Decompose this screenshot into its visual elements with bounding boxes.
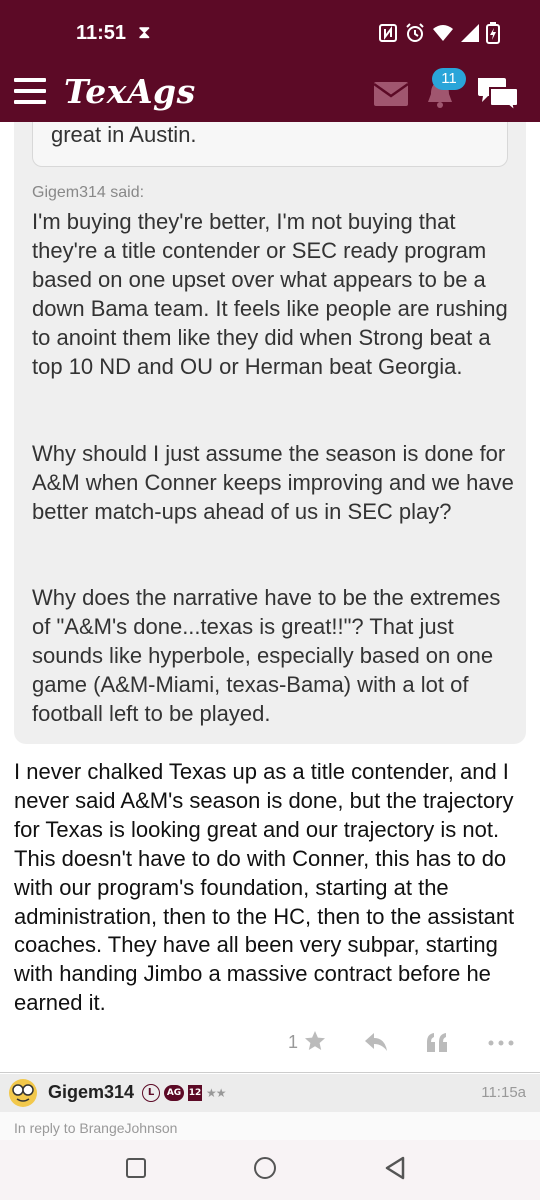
nested-quote-text: great in Austin.: [51, 122, 197, 147]
wifi-icon: [433, 25, 453, 41]
nested-quote: great in Austin.: [32, 122, 508, 167]
next-post-author[interactable]: Gigem314: [48, 1082, 134, 1103]
mail-icon[interactable]: [374, 82, 408, 106]
badge-stars: ★★: [206, 1086, 226, 1100]
battery-charging-icon: [486, 22, 500, 44]
post-actions: 1: [0, 1022, 540, 1062]
next-post-time: 11:15a: [481, 1084, 526, 1101]
nfc-icon: [379, 24, 397, 42]
notification-count-badge[interactable]: 11: [432, 68, 466, 90]
status-icons: [378, 22, 500, 44]
reply-icon[interactable]: [364, 1032, 388, 1052]
avatar[interactable]: [8, 1078, 38, 1108]
app-bar: TexAgs 11: [0, 64, 540, 122]
quote-icon[interactable]: [426, 1032, 448, 1052]
in-reply-to[interactable]: In reply to BrangeJohnson: [0, 1112, 540, 1140]
post-body: I never chalked Texas up as a title cont…: [14, 759, 515, 1016]
recents-icon[interactable]: [126, 1158, 146, 1178]
chat-icon[interactable]: [476, 76, 520, 112]
back-icon[interactable]: [384, 1156, 406, 1180]
menu-icon[interactable]: [14, 78, 46, 104]
badge-ag: AG: [164, 1085, 184, 1101]
quote-paragraph: I'm buying they're better, I'm not buyin…: [32, 209, 508, 379]
more-icon[interactable]: [488, 1040, 514, 1046]
status-bar: 11:51 ⧗: [0, 0, 540, 64]
badge-12: 12: [188, 1085, 202, 1101]
quote-paragraph: Why should I just assume the season is d…: [32, 441, 514, 524]
star-icon[interactable]: [304, 1030, 326, 1052]
thread-content: great in Austin. Gigem314 said: I'm buyi…: [0, 122, 540, 1140]
quote-paragraph: Why does the narrative have to be the ex…: [32, 585, 501, 726]
in-reply-to-text: In reply to BrangeJohnson: [14, 1120, 178, 1136]
signal-icon: [461, 24, 479, 42]
post-divider: [0, 1072, 540, 1073]
status-time: 11:51: [76, 22, 127, 44]
alarm-icon: [406, 23, 424, 42]
system-nav-bar: [0, 1140, 540, 1200]
next-post-header: Gigem314 L AG 12 ★★ 11:15a: [0, 1074, 540, 1112]
home-icon[interactable]: [254, 1157, 276, 1179]
logo[interactable]: TexAgs: [64, 72, 196, 111]
like-count: 1: [288, 1032, 299, 1052]
quote-author-label: Gigem314 said:: [32, 184, 145, 201]
user-badges: L AG 12 ★★: [142, 1084, 226, 1102]
badge-l: L: [142, 1084, 160, 1102]
hourglass-icon: ⧗: [138, 22, 151, 43]
